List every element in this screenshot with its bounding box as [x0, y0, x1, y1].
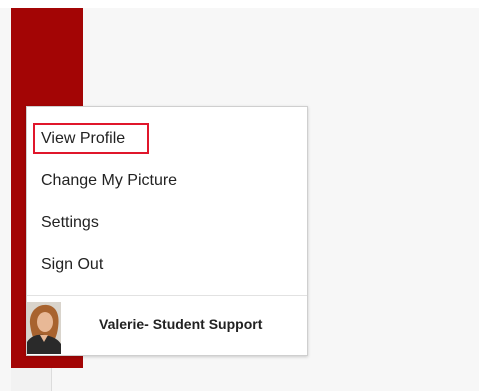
menu-item-sign-out[interactable]: Sign Out: [41, 255, 103, 275]
user-row[interactable]: Valerie- Student Support: [27, 296, 307, 355]
menu-item-view-profile[interactable]: View Profile: [41, 129, 125, 149]
avatar-image: [27, 302, 61, 354]
sidebar-lower-panel: [11, 368, 52, 391]
profile-dropdown-menu: View Profile Change My Picture Settings …: [26, 106, 308, 356]
menu-item-settings[interactable]: Settings: [41, 213, 99, 233]
user-name: Valerie- Student Support: [99, 316, 263, 332]
avatar: [27, 302, 61, 354]
menu-item-change-my-picture[interactable]: Change My Picture: [41, 171, 177, 191]
